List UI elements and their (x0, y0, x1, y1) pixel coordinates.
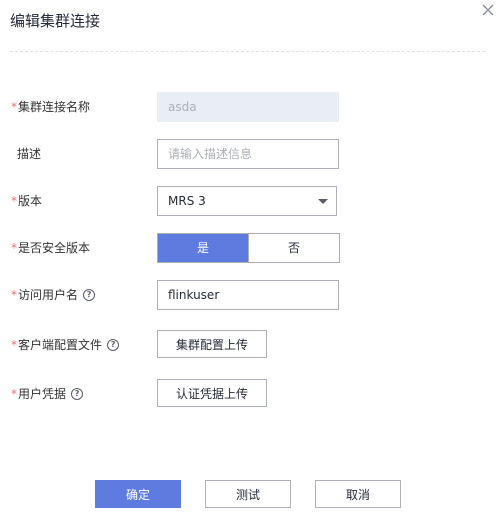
secure-version-toggle: 是 否 (157, 233, 340, 263)
dialog-title: 编辑集群连接 (10, 12, 101, 30)
version-label-text: 版本 (18, 194, 43, 208)
description-label: 描述 (17, 139, 41, 169)
required-mark: * (11, 100, 17, 114)
question-circle-icon[interactable]: ? (107, 339, 120, 351)
upload-cluster-config-button[interactable]: 集群配置上传 (157, 330, 268, 358)
question-circle-icon[interactable]: ? (71, 388, 84, 400)
required-mark: * (11, 288, 17, 302)
cancel-button[interactable]: 取消 (315, 480, 401, 508)
question-circle-icon[interactable]: ? (83, 289, 96, 301)
description-label-text: 描述 (17, 147, 42, 161)
cluster-name-label-text: 集群连接名称 (18, 100, 91, 114)
description-row: 描述 (0, 139, 503, 169)
version-selected-value: MRS 3 (168, 194, 206, 208)
required-mark: * (11, 338, 17, 352)
secure-version-row: * 是否安全版本 是 否 (0, 233, 503, 263)
username-label-text: 访问用户名 (18, 288, 79, 302)
title-divider (10, 51, 485, 52)
client-config-label: * 客户端配置文件 ? (11, 330, 120, 360)
username-input[interactable] (157, 280, 339, 310)
username-label: * 访问用户名 ? (11, 280, 96, 310)
credentials-row: * 用户凭据 ? 认证凭据上传 (0, 379, 503, 409)
version-row: * 版本 MRS 3 (0, 186, 503, 216)
required-mark: * (11, 194, 17, 208)
credentials-label-text: 用户凭据 (18, 387, 67, 401)
chevron-down-icon (318, 199, 328, 204)
secure-version-label: * 是否安全版本 (11, 233, 90, 263)
upload-credentials-button[interactable]: 认证凭据上传 (157, 379, 268, 407)
confirm-button[interactable]: 确定 (95, 480, 181, 508)
version-select[interactable]: MRS 3 (157, 186, 337, 216)
client-config-label-text: 客户端配置文件 (18, 338, 103, 352)
cluster-name-label: * 集群连接名称 (11, 92, 90, 122)
required-mark: * (11, 241, 17, 255)
cluster-name-input[interactable] (157, 92, 339, 122)
description-input[interactable] (157, 139, 339, 169)
test-button[interactable]: 测试 (205, 480, 291, 508)
cluster-name-row: * 集群连接名称 (0, 92, 503, 122)
username-row: * 访问用户名 ? (0, 280, 503, 310)
edit-cluster-connection-dialog: 编辑集群连接 * 集群连接名称 描述 * 版本 MRS 3 * (0, 0, 503, 524)
required-mark: * (11, 387, 17, 401)
version-label: * 版本 (11, 186, 42, 216)
secure-version-no[interactable]: 否 (248, 234, 339, 262)
secure-version-label-text: 是否安全版本 (18, 241, 91, 255)
secure-version-yes[interactable]: 是 (158, 234, 248, 262)
client-config-row: * 客户端配置文件 ? 集群配置上传 (0, 330, 503, 360)
credentials-label: * 用户凭据 ? (11, 379, 84, 409)
close-icon[interactable] (481, 3, 495, 17)
